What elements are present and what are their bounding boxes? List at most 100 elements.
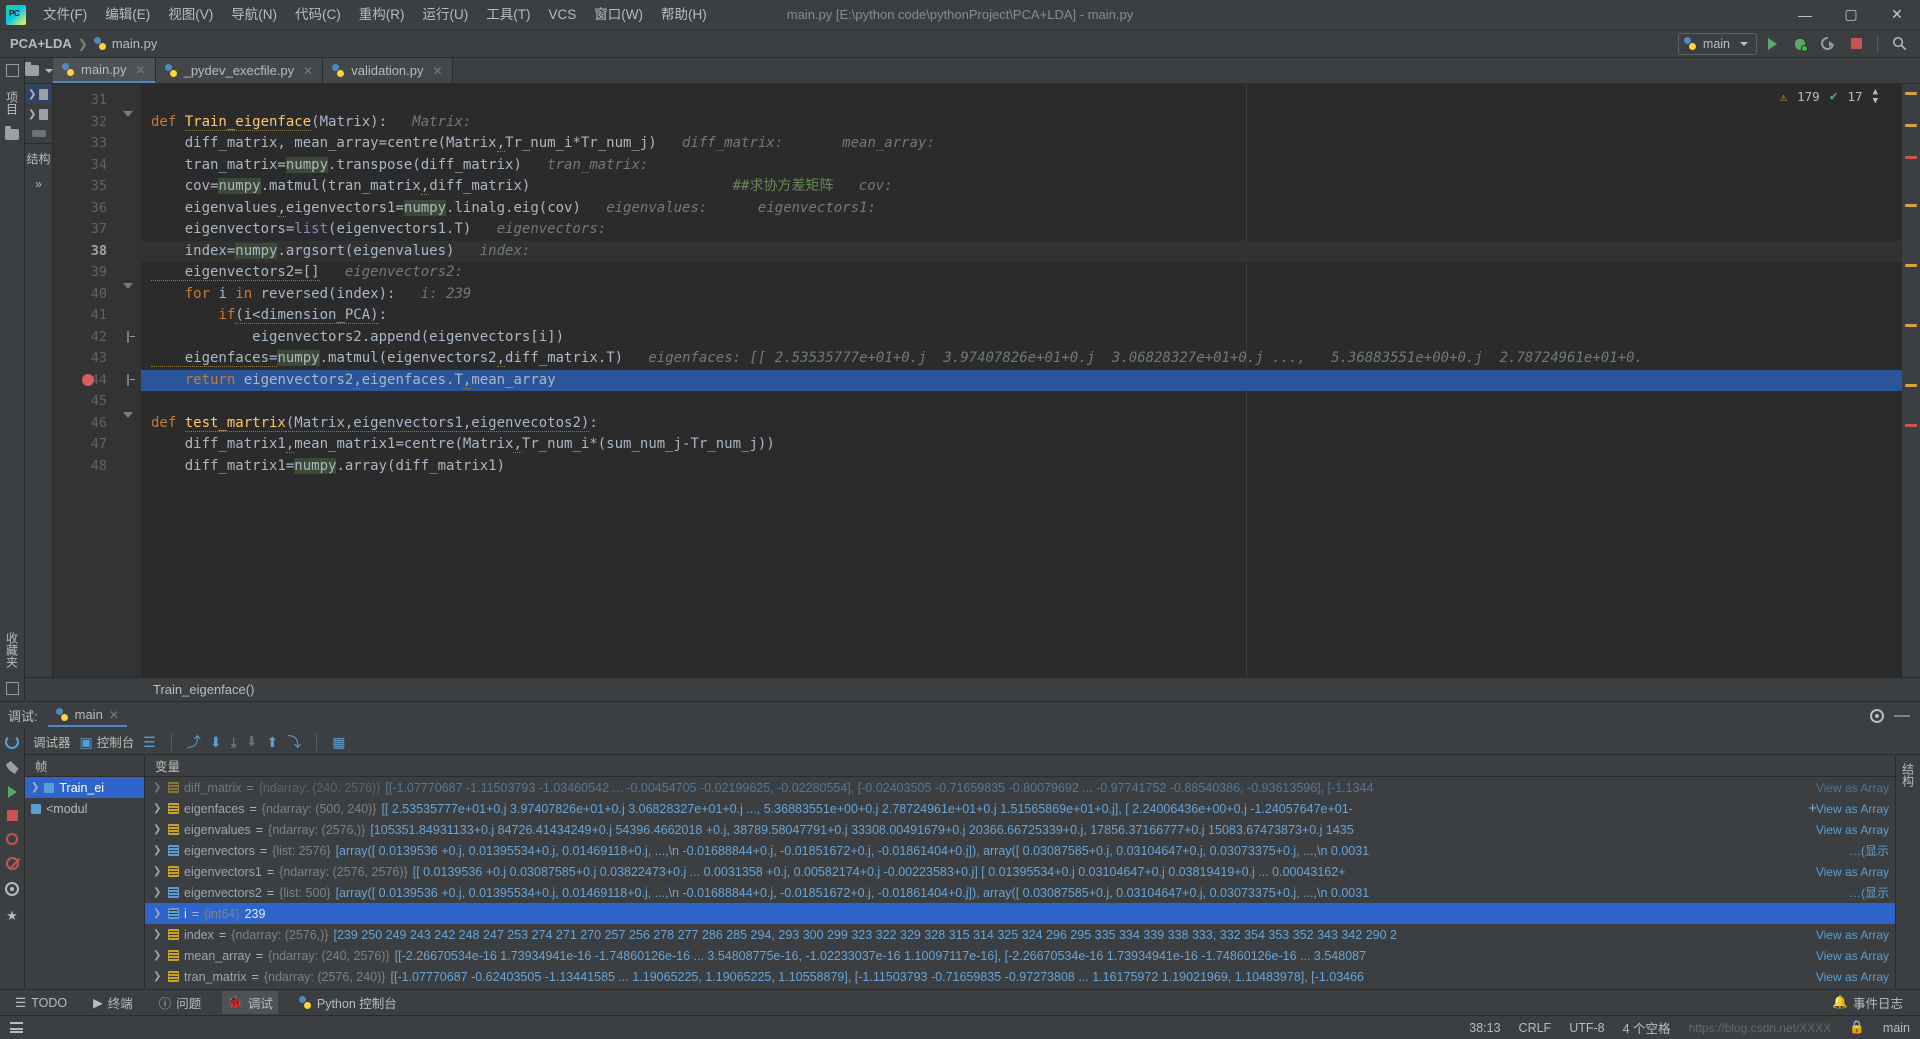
editor-gutter[interactable]: 31 32 33 34 35 36 37 38 39 40 41 42 43 4… — [53, 84, 141, 677]
chevron-right-icon[interactable]: ❯ — [153, 887, 163, 898]
chevron-right-icon[interactable]: ❯ — [153, 971, 163, 982]
chevron-right-icon[interactable]: ❯ — [153, 929, 163, 940]
variable-row-eigenfaces[interactable]: ❯ eigenfaces = {ndarray: (500, 240)} [[ … — [145, 798, 1895, 819]
menu-navigate[interactable]: 导航(N) — [222, 2, 286, 28]
code-line-36[interactable]: eigenvalues,eigenvectors1=numpy.linalg.e… — [141, 198, 1902, 220]
breakpoint-icon[interactable] — [82, 374, 94, 386]
code-line-32[interactable]: def Train_eigenface(Matrix): Matrix: — [141, 112, 1902, 134]
code-line-42[interactable]: eigenvectors2.append(eigenvectors[i]) — [141, 327, 1902, 349]
event-log-button[interactable]: 🔔 事件日志 — [1827, 991, 1908, 1014]
rerun-icon[interactable] — [5, 735, 19, 749]
view-as-array-link[interactable]: View as Array — [1816, 865, 1889, 879]
fold-icon[interactable] — [122, 110, 133, 128]
variable-row-eigenvectors2[interactable]: ❯ eigenvectors2 = {list: 500} [array([ 0… — [145, 882, 1895, 903]
gear-icon[interactable] — [5, 882, 19, 896]
bottom-tab-python-console[interactable]: Python 控制台 — [294, 991, 402, 1014]
step-over-icon[interactable]: ⤴ — [187, 735, 201, 749]
code-line-45[interactable] — [141, 391, 1902, 413]
breakpoints-icon[interactable] — [6, 833, 18, 845]
coverage-button[interactable] — [1815, 32, 1841, 56]
fold-icon[interactable] — [122, 411, 133, 429]
stop-icon[interactable] — [6, 810, 18, 821]
menu-window[interactable]: 窗口(W) — [585, 2, 652, 28]
settings-strip-icon[interactable] — [5, 682, 19, 695]
search-everywhere-button[interactable] — [1886, 32, 1912, 56]
code-editor[interactable]: def Train_eigenface(Matrix): Matrix: dif… — [141, 84, 1902, 677]
code-line-31[interactable] — [141, 90, 1902, 112]
variable-row-tran-matrix[interactable]: ❯ tran_matrix = {ndarray: (2576, 240)} [… — [145, 966, 1895, 987]
view-as-array-link[interactable]: View as Array — [1816, 928, 1889, 942]
code-line-38[interactable]: index=numpy.argsort(eigenvalues) index: — [141, 240, 1902, 262]
run-button[interactable] — [1759, 32, 1785, 56]
marker-warning[interactable] — [1905, 264, 1917, 267]
menu-view[interactable]: 视图(V) — [159, 2, 222, 28]
code-line-39[interactable]: eigenvectors2=[] eigenvectors2: — [141, 262, 1902, 284]
view-as-array-link[interactable]: View as Array — [1816, 823, 1889, 837]
frame-row[interactable]: ❯ Train_ei — [25, 777, 144, 798]
chevron-right-icon[interactable]: ❯ — [153, 908, 163, 919]
toggle-tool-windows-icon[interactable] — [10, 1022, 23, 1033]
bottom-tab-todo[interactable]: ☰ TODO — [10, 993, 72, 1012]
step-out-icon[interactable]: ⬆ — [267, 735, 279, 749]
show-more-link[interactable]: …(显示 — [1849, 842, 1889, 859]
minimize-button[interactable]: — — [1782, 0, 1828, 30]
bottom-tab-terminal[interactable]: ▶ 终端 — [88, 991, 138, 1014]
step-into-icon[interactable]: ⬇ — [210, 735, 222, 749]
tool-tab-structure-right[interactable]: 结构 — [1897, 759, 1920, 791]
code-line-41[interactable]: if(i<dimension_PCA): — [141, 305, 1902, 327]
view-as-array-link[interactable]: View as Array — [1816, 970, 1889, 984]
marker-warning[interactable] — [1905, 204, 1917, 207]
wrench-icon[interactable] — [5, 761, 19, 774]
tab-main-py[interactable]: main.py ✕ — [53, 58, 156, 83]
tab-pydev-execfile-py[interactable]: _pydev_execfile.py ✕ — [155, 58, 324, 83]
tool-tab-favorites[interactable]: 收藏夹 — [1, 628, 24, 672]
code-line-48[interactable]: diff_matrix1=numpy.array(diff_matrix1) — [141, 456, 1902, 478]
file-encoding[interactable]: UTF-8 — [1569, 1021, 1604, 1035]
code-line-37[interactable]: eigenvectors=list(eigenvectors1.T) eigen… — [141, 219, 1902, 241]
debug-button[interactable] — [1787, 32, 1813, 56]
tab-validation-py[interactable]: validation.py ✕ — [323, 58, 453, 83]
force-step-into-icon[interactable]: ⤓ — [231, 735, 237, 749]
indent-setting[interactable]: 4 个空格 — [1623, 1018, 1671, 1037]
line-separator[interactable]: CRLF — [1519, 1021, 1552, 1035]
project-rail-node-2[interactable]: ❯ — [25, 104, 52, 124]
inspection-marker-strip[interactable] — [1902, 84, 1920, 677]
menu-run[interactable]: 运行(U) — [414, 2, 478, 28]
bottom-tab-problems[interactable]: ⓘ 问题 — [154, 991, 207, 1014]
chevron-right-icon[interactable]: ❯ — [153, 950, 163, 961]
code-line-33[interactable]: diff_matrix, mean_array=centre(Matrix,Tr… — [141, 133, 1902, 155]
tab-folder-dropdown[interactable] — [25, 62, 53, 76]
rail-scrollbar[interactable] — [31, 130, 46, 137]
code-line-44[interactable]: return eigenvectors2,eigenfaces.T,mean_a… — [141, 369, 1902, 391]
variable-row-eigenvectors[interactable]: ❯ eigenvectors = {list: 2576} [array([ 0… — [145, 840, 1895, 861]
view-as-array-link[interactable]: View as Array — [1816, 802, 1889, 816]
caret-position[interactable]: 38:13 — [1469, 1021, 1500, 1035]
code-line-47[interactable]: diff_matrix1,mean_matrix1=centre(Matrix,… — [141, 434, 1902, 456]
code-line-46[interactable]: def test_martrix(Matrix,eigenvectors1,ei… — [141, 413, 1902, 435]
fold-icon[interactable] — [122, 373, 133, 386]
variable-row-index[interactable]: ❯ index = {ndarray: (2576,)} [239 250 24… — [145, 924, 1895, 945]
menu-edit[interactable]: 编辑(E) — [96, 2, 159, 28]
chevron-right-icon[interactable]: ❯ — [153, 845, 163, 856]
variable-row-diff-matrix[interactable]: ❯ diff_matrix = {ndarray: (240, 2576)} [… — [145, 777, 1895, 798]
code-line-34[interactable]: tran_matrix=numpy.transpose(diff_matrix)… — [141, 155, 1902, 177]
chevron-right-icon[interactable]: ❯ — [153, 866, 163, 877]
stop-button[interactable] — [1843, 32, 1869, 56]
evaluate-expression-icon[interactable]: ▦ — [332, 735, 345, 749]
debug-session-tab[interactable]: main ✕ — [47, 704, 127, 727]
show-more-link[interactable]: …(显示 — [1849, 884, 1889, 901]
close-icon[interactable]: ✕ — [303, 64, 313, 78]
fold-icon[interactable] — [122, 330, 133, 343]
folder-icon[interactable] — [5, 126, 19, 140]
debugger-tab[interactable]: 调试器 — [33, 732, 71, 751]
editor-inspection-widget[interactable]: ⚠ 179 ✔ 17 ▲ ▼ — [1780, 88, 1878, 106]
frame-row[interactable]: <modul — [25, 798, 144, 819]
marker-warning[interactable] — [1905, 92, 1917, 95]
minimize-panel-icon[interactable]: — — [1894, 707, 1910, 725]
marker-error[interactable] — [1905, 424, 1917, 427]
variable-row-i[interactable]: ❯ i = {int64} 239 — [145, 903, 1895, 924]
mute-breakpoints-icon[interactable] — [5, 857, 19, 870]
variable-row-eigenvectors1[interactable]: ❯ eigenvectors1 = {ndarray: (2576, 2576)… — [145, 861, 1895, 882]
tool-tab-project[interactable]: 项目 — [1, 87, 24, 119]
pin-icon[interactable]: ★ — [6, 908, 18, 924]
